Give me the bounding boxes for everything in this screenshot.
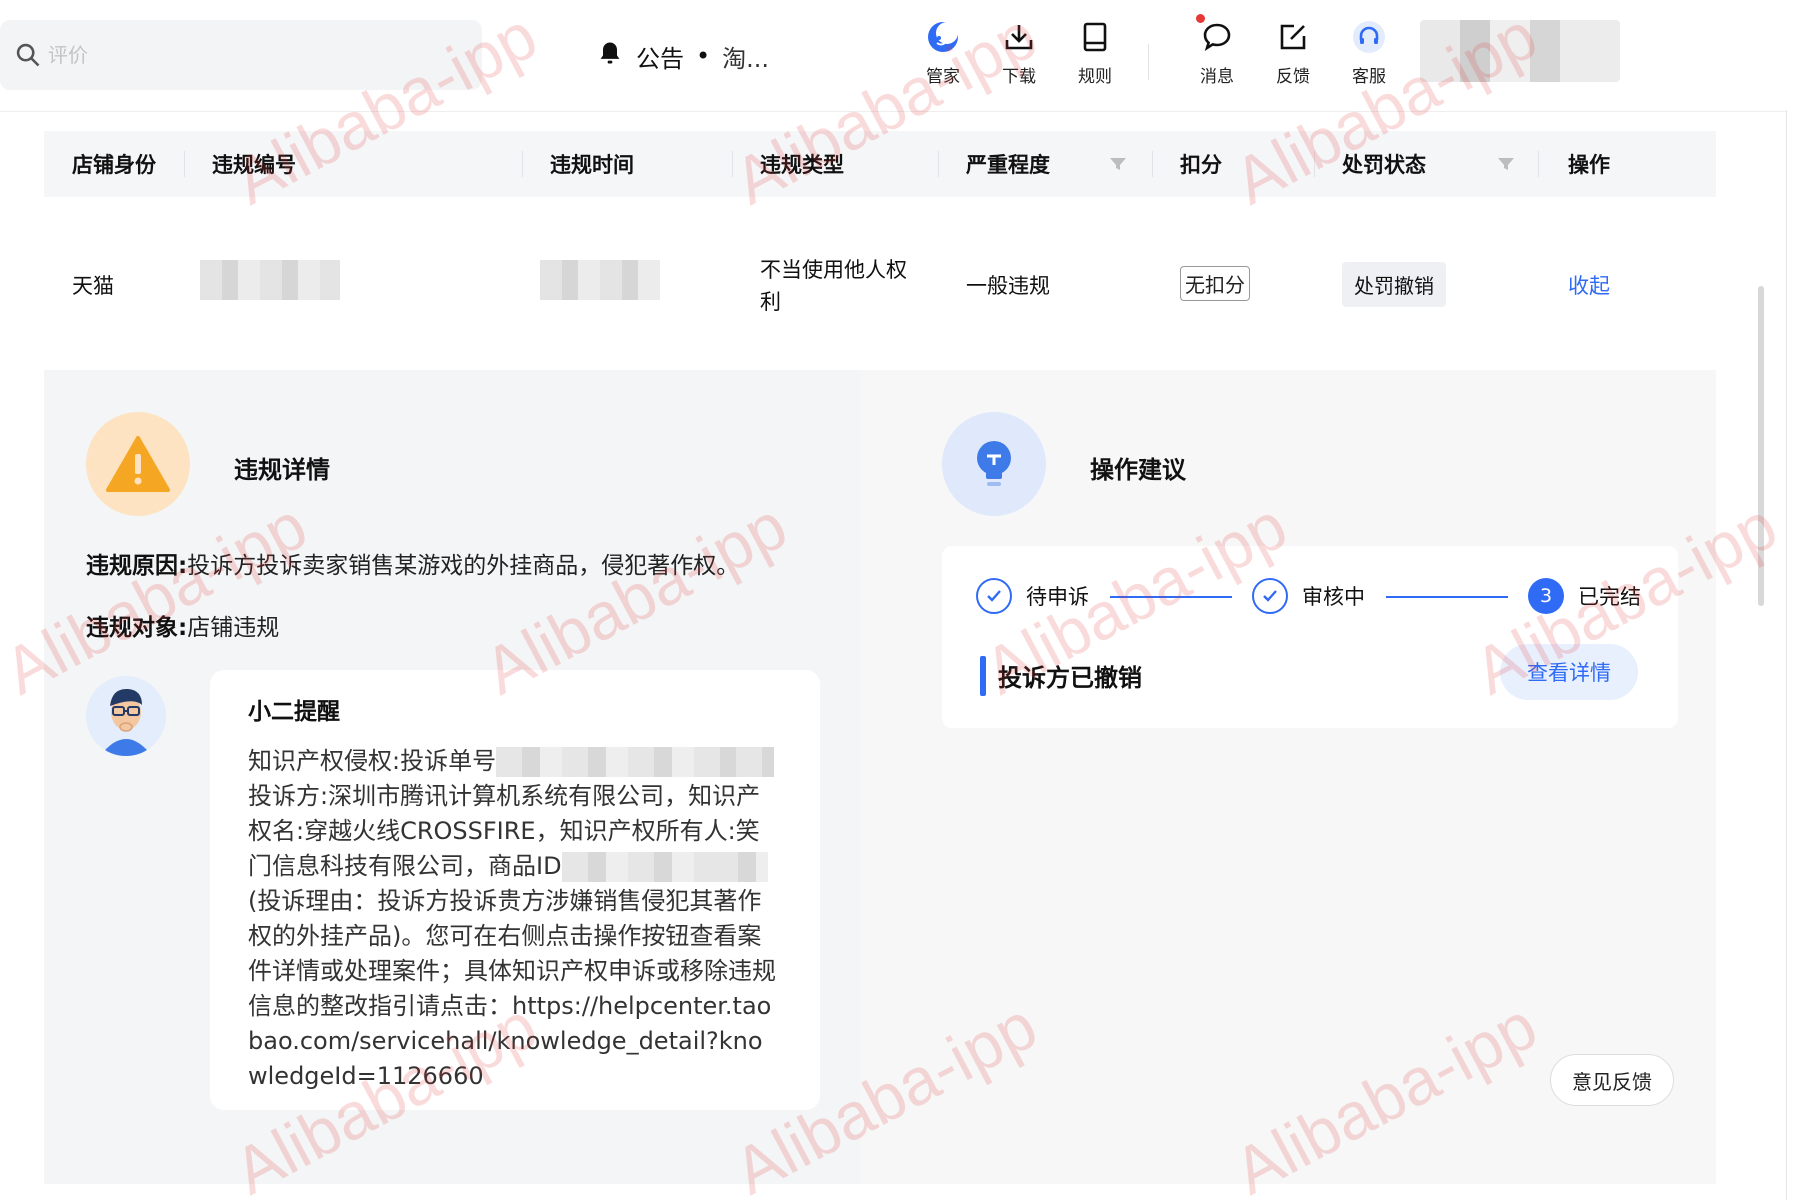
- reminder-body: 知识产权侵权:投诉单号 投诉方:深圳市腾讯计算机系统有限公司，知识产权名:穿越火…: [248, 744, 782, 1094]
- violation-reason: 违规原因:投诉方投诉卖家销售某游戏的外挂商品，侵犯著作权。: [86, 546, 739, 580]
- detail-panel: 违规详情 违规原因:投诉方投诉卖家销售某游戏的外挂商品，侵犯著作权。 违规对象:…: [44, 370, 1716, 1184]
- shop-identity: 天猫: [72, 274, 114, 298]
- tool-feedback[interactable]: 反馈: [1258, 18, 1328, 87]
- suggestion-title: 操作建议: [1090, 456, 1186, 484]
- tool-label: 客服: [1352, 67, 1386, 87]
- headset-icon: [1350, 18, 1388, 56]
- lightbulb-icon: [942, 412, 1046, 516]
- tool-rules[interactable]: 规则: [1060, 18, 1130, 87]
- deduction-tag: 无扣分: [1180, 266, 1250, 301]
- severity: 一般违规: [966, 274, 1050, 298]
- tool-label: 规则: [1078, 67, 1112, 87]
- column-divider: [184, 151, 185, 177]
- step-number: 3: [1528, 578, 1564, 614]
- violation-id-redacted: [200, 260, 340, 300]
- tool-label: 消息: [1200, 67, 1234, 87]
- chat-bubble-icon: [1198, 18, 1236, 56]
- complaint-number-redacted-tail: [736, 747, 775, 777]
- process-steps-card: 待申诉 审核中 3 已完结 投诉方已撤销 查看详情: [942, 546, 1678, 728]
- violation-target: 违规对象:店铺违规: [86, 608, 279, 642]
- step-connector: [1110, 596, 1232, 598]
- violation-time-redacted: [540, 260, 660, 300]
- top-bar: 公告 • 淘... 管家 下载 规则 消息: [0, 0, 1800, 112]
- column-divider: [1538, 151, 1539, 177]
- moon-icon: [924, 18, 962, 56]
- collapse-link[interactable]: 收起: [1568, 270, 1610, 300]
- filter-icon[interactable]: [1108, 131, 1128, 197]
- step-label: 待申诉: [1026, 585, 1089, 609]
- unread-dot: [1196, 14, 1205, 23]
- tool-label: 反馈: [1276, 67, 1310, 87]
- column-divider: [1314, 151, 1315, 177]
- edit-icon: [1274, 18, 1312, 56]
- column-header: 店铺身份: [72, 153, 156, 177]
- column-header: 违规编号: [212, 153, 296, 177]
- column-header: 违规类型: [760, 153, 844, 177]
- step-completed: 3 已完结: [1528, 578, 1641, 614]
- column-divider: [732, 151, 733, 177]
- violation-target-label: 违规对象:: [86, 615, 188, 641]
- tool-customer-service[interactable]: 客服: [1334, 18, 1404, 87]
- user-avatar-redacted[interactable]: [1420, 20, 1620, 82]
- toolbar-divider: [1148, 44, 1149, 80]
- book-icon: [1076, 18, 1114, 56]
- column-header: 操作: [1568, 153, 1610, 177]
- table-row: 天猫 不当使用他人权 利 一般违规 无扣分 处罚撤销 收起: [44, 220, 1716, 350]
- violation-target-value: 店铺违规: [187, 615, 280, 641]
- reminder-bubble: 小二提醒 知识产权侵权:投诉单号 投诉方:深圳市腾讯计算机系统有限公司，知识产权…: [210, 670, 820, 1110]
- scrollbar-thumb[interactable]: [1758, 286, 1764, 606]
- tool-label: 管家: [926, 67, 960, 87]
- step-pending-appeal: 待申诉: [976, 578, 1089, 614]
- status-indicator-bar: [980, 656, 986, 696]
- penalty-status-tag: 处罚撤销: [1342, 262, 1446, 307]
- tool-messages[interactable]: 消息: [1182, 14, 1252, 87]
- tool-label: 下载: [1002, 67, 1036, 87]
- view-details-button[interactable]: 查看详情: [1500, 644, 1638, 700]
- violation-type-line1: 不当使用他人权: [760, 258, 907, 282]
- column-header: 处罚状态: [1342, 153, 1426, 177]
- check-icon: [1252, 578, 1288, 614]
- page-right-edge: [1786, 110, 1800, 1200]
- violation-reason-label: 违规原因:: [86, 553, 188, 579]
- complaint-number-redacted: [496, 747, 737, 777]
- assistant-avatar: [86, 676, 166, 756]
- column-divider: [522, 151, 523, 177]
- warning-icon: [86, 412, 190, 516]
- violation-reason-value: 投诉方投诉卖家销售某游戏的外挂商品，侵犯著作权。: [187, 553, 740, 579]
- table-header: 店铺身份 违规编号 违规时间 违规类型 严重程度 扣分 处罚状态 操作: [44, 131, 1716, 197]
- column-divider: [938, 151, 939, 177]
- column-divider: [1152, 151, 1153, 177]
- violation-detail-section: 违规详情 违规原因:投诉方投诉卖家销售某游戏的外挂商品，侵犯著作权。 违规对象:…: [44, 370, 860, 1184]
- column-header: 违规时间: [550, 153, 634, 177]
- reminder-text-part1: 知识产权侵权:投诉单号: [248, 747, 497, 775]
- check-icon: [976, 578, 1012, 614]
- filter-icon[interactable]: [1496, 131, 1516, 197]
- column-header: 严重程度: [966, 153, 1050, 177]
- step-label: 审核中: [1302, 585, 1365, 609]
- feedback-button[interactable]: 意见反馈: [1550, 1054, 1674, 1106]
- product-id-redacted: [561, 852, 712, 882]
- step-connector: [1386, 596, 1508, 598]
- download-icon: [1000, 18, 1038, 56]
- reminder-title: 小二提醒: [248, 699, 340, 725]
- column-header: 扣分: [1180, 153, 1222, 177]
- tool-butler[interactable]: 管家: [908, 18, 978, 87]
- violation-type-line2: 利: [760, 290, 781, 314]
- step-label: 已完结: [1578, 585, 1641, 609]
- reminder-text-part3[interactable]: (投诉理由：投诉方投诉贵方涉嫌销售侵犯其著作权的外挂产品)。您可在右侧点击操作按…: [248, 887, 776, 1090]
- violation-detail-title: 违规详情: [234, 456, 330, 484]
- tool-download[interactable]: 下载: [984, 18, 1054, 87]
- product-id-redacted-tail: [711, 852, 768, 882]
- case-status-text: 投诉方已撤销: [998, 664, 1142, 692]
- step-under-review: 审核中: [1252, 578, 1365, 614]
